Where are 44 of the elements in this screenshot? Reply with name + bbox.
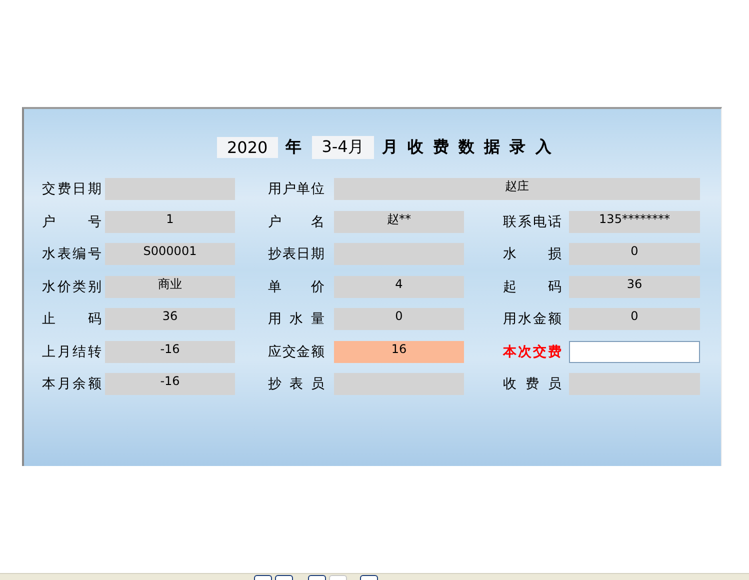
field-label: 抄表日期 [268, 245, 325, 264]
field-label: 用户单位 [268, 180, 325, 199]
value-field[interactable]: 1 [105, 210, 235, 232]
value-field[interactable]: 商业 [105, 276, 235, 298]
value-field[interactable]: 36 [105, 308, 235, 330]
value-field[interactable]: 135******** [569, 210, 700, 232]
field-label: 用 水 量 [268, 310, 325, 329]
field-label: 抄 表 员 [268, 375, 325, 394]
field-label: 上月结转 [42, 342, 102, 362]
value-field[interactable]: 0 [569, 308, 700, 330]
title-text: 月 收 费 数 据 录 入 [382, 136, 554, 158]
field-label: 本月余额 [42, 375, 102, 394]
field-label: 收 费 员 [503, 375, 562, 394]
value-field[interactable] [334, 373, 464, 395]
title-text: 年 [286, 136, 304, 158]
field-label: 用水金额 [503, 310, 562, 329]
field-label: 起 码 [503, 278, 562, 296]
value-field[interactable] [105, 178, 235, 200]
value-field[interactable] [334, 243, 464, 265]
value-field[interactable]: 赵庄 [334, 178, 700, 200]
value-field[interactable]: 赵** [334, 210, 464, 232]
field-label: 止 码 [42, 310, 102, 329]
input-field[interactable] [569, 340, 700, 362]
value-field[interactable]: 0 [334, 308, 464, 330]
field-label: 联系电话 [503, 212, 562, 232]
field-label: 交费日期 [42, 180, 102, 199]
field-label: 本次交费 [503, 342, 562, 362]
field-label: 单 价 [268, 278, 325, 296]
field-label: 应交金额 [268, 342, 325, 362]
field-label: 户 名 [268, 212, 325, 232]
field-label: 水价类别 [42, 278, 102, 296]
value-field[interactable]: 4 [334, 276, 464, 298]
value-field[interactable]: -16 [105, 340, 235, 362]
value-field[interactable]: 0 [569, 243, 700, 265]
field-label: 水表编号 [42, 245, 102, 264]
value-field[interactable]: -16 [105, 373, 235, 395]
year-field[interactable]: 2020 [217, 136, 278, 158]
period-field[interactable]: 3-4月 [312, 136, 374, 158]
value-field[interactable] [569, 373, 700, 395]
value-field[interactable]: S000001 [105, 243, 235, 265]
value-field[interactable]: 16 [334, 340, 464, 362]
value-field[interactable]: 36 [569, 276, 700, 298]
field-label: 水 损 [503, 245, 562, 264]
field-label: 户 号 [42, 212, 102, 232]
